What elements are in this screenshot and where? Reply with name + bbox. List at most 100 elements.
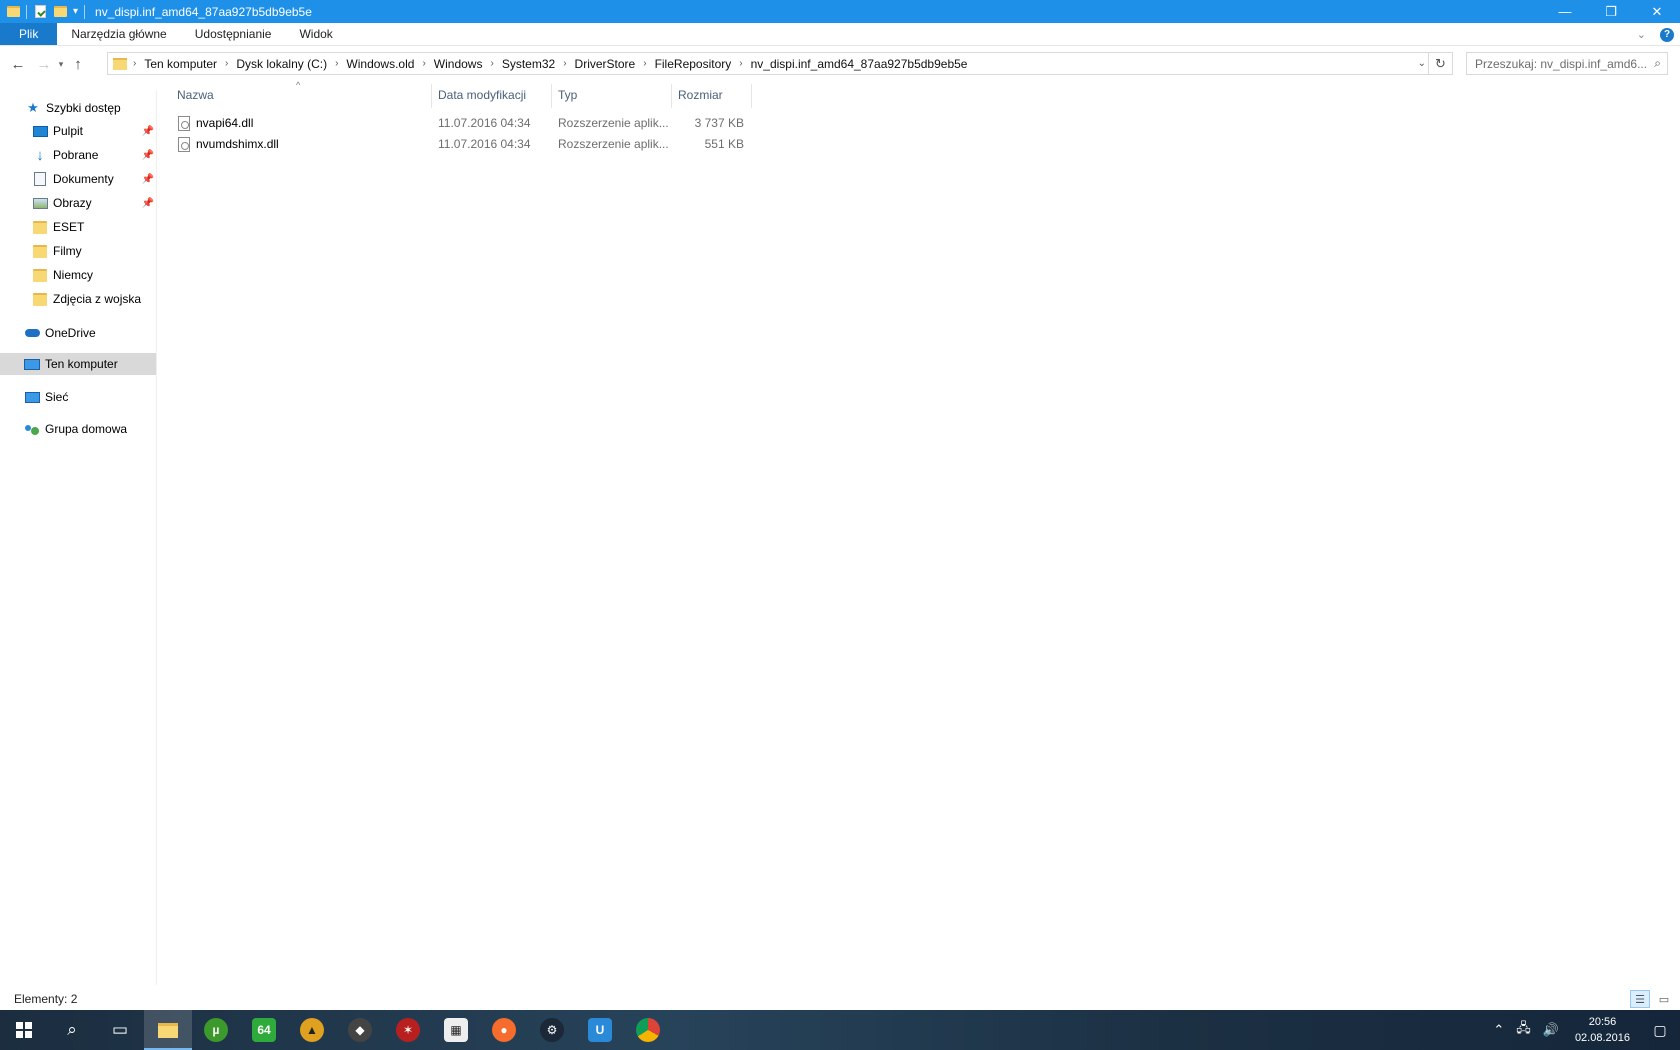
64-app-icon[interactable]: 64 — [240, 1010, 288, 1050]
app-icon[interactable]: ◆ — [336, 1010, 384, 1050]
clock[interactable]: 20:56 02.08.2016 — [1565, 1014, 1640, 1046]
steam-icon[interactable]: ⚙ — [528, 1010, 576, 1050]
column-divider[interactable] — [671, 84, 672, 108]
start-icon[interactable] — [0, 1010, 48, 1050]
nav-item-filmy[interactable]: Filmy — [32, 240, 82, 262]
nav-onedrive[interactable]: OneDrive — [24, 322, 96, 344]
address-bar[interactable]: › Ten komputer › Dysk lokalny (C:) › Win… — [107, 52, 1453, 75]
file-row[interactable]: nvumdshimx.dll 11.07.2016 04:34 Rozszerz… — [173, 134, 773, 154]
chrome-icon[interactable] — [624, 1010, 672, 1050]
chevron-right-icon[interactable]: › — [335, 58, 338, 69]
breadcrumb-item[interactable]: Ten komputer — [144, 57, 217, 71]
breadcrumb-item[interactable]: Windows.old — [346, 57, 414, 71]
breadcrumb-item[interactable]: Dysk lokalny (C:) — [236, 57, 327, 71]
file-explorer-icon[interactable] — [144, 1010, 192, 1050]
tab-view[interactable]: Widok — [285, 23, 346, 45]
ribbon-tabs: Plik Narzędzia główne Udostępnianie Wido… — [0, 23, 1680, 46]
navigation-row: ← → ▾ ↑ › Ten komputer › Dysk lokalny (C… — [0, 50, 1680, 78]
volume-icon[interactable]: 🔊 — [1537, 1022, 1565, 1038]
chevron-up-icon[interactable]: ⌃ — [1487, 1022, 1510, 1038]
origin-icon[interactable]: ● — [480, 1010, 528, 1050]
chevron-right-icon[interactable]: › — [739, 58, 742, 69]
nav-network[interactable]: Sieć — [24, 386, 68, 408]
app-icon[interactable]: ✶ — [384, 1010, 432, 1050]
breadcrumb-item[interactable]: FileRepository — [655, 57, 732, 71]
expand-ribbon-icon[interactable]: ⌄ — [1637, 28, 1646, 41]
column-header-date[interactable]: Data modyfikacji — [438, 80, 543, 110]
column-divider[interactable] — [551, 84, 552, 108]
restore-button[interactable]: ❐ — [1588, 0, 1634, 23]
properties-icon[interactable] — [33, 5, 47, 19]
nav-item-documents[interactable]: Dokumenty 📌 — [32, 168, 154, 190]
tab-share[interactable]: Udostępnianie — [181, 23, 286, 45]
column-divider[interactable] — [431, 84, 432, 108]
pin-icon: 📌 — [141, 125, 154, 137]
chevron-right-icon[interactable]: › — [490, 58, 493, 69]
separator — [84, 4, 86, 19]
tab-file[interactable]: Plik — [0, 23, 58, 45]
breadcrumb-item[interactable]: nv_dispi.inf_amd64_87aa927b5db9eb5e — [751, 57, 968, 71]
chevron-right-icon[interactable]: › — [643, 58, 646, 69]
column-header-name[interactable]: Nazwa — [177, 80, 422, 110]
help-icon[interactable]: ? — [1660, 27, 1674, 42]
calendar-app-icon[interactable]: ▦ — [432, 1010, 480, 1050]
breadcrumb-item[interactable]: DriverStore — [575, 57, 636, 71]
nav-label: Grupa domowa — [45, 422, 128, 436]
file-type: Rozszerzenie aplik... — [558, 137, 669, 151]
nav-this-pc[interactable]: Ten komputer — [0, 353, 156, 375]
file-type: Rozszerzenie aplik... — [558, 116, 669, 130]
column-header-size[interactable]: Rozmiar — [678, 80, 743, 110]
uplay-icon[interactable]: U — [576, 1010, 624, 1050]
refresh-icon[interactable]: ↻ — [1428, 53, 1452, 74]
forward-arrow-icon[interactable]: → — [34, 52, 54, 76]
utorrent-icon[interactable]: µ — [192, 1010, 240, 1050]
nav-label: ESET — [53, 220, 85, 234]
search-icon[interactable]: ⌕ — [1654, 56, 1661, 71]
nav-label: OneDrive — [45, 326, 96, 340]
details-view-icon[interactable]: ☰ — [1630, 990, 1650, 1008]
file-row[interactable]: nvapi64.dll 11.07.2016 04:34 Rozszerzeni… — [173, 113, 773, 133]
column-divider[interactable] — [751, 84, 752, 108]
minimize-button[interactable]: — — [1542, 0, 1588, 23]
nav-item-eset[interactable]: ESET — [32, 216, 84, 238]
nav-label: Ten komputer — [45, 357, 118, 371]
chevron-right-icon[interactable]: › — [133, 58, 136, 69]
breadcrumb-item[interactable]: System32 — [502, 57, 555, 71]
chevron-right-icon[interactable]: › — [225, 58, 228, 69]
up-arrow-icon[interactable]: ↑ — [68, 52, 88, 76]
nav-homegroup[interactable]: Grupa domowa — [24, 418, 127, 440]
column-header-type[interactable]: Typ — [558, 80, 663, 110]
nav-item-niemcy[interactable]: Niemcy — [32, 264, 93, 286]
pin-icon: 📌 — [141, 173, 154, 185]
action-center-icon[interactable]: ▢ — [1640, 1010, 1680, 1050]
address-history-icon[interactable]: ⌄ — [1418, 53, 1426, 74]
file-list: ^ Nazwa Data modyfikacji Typ Rozmiar nva… — [158, 80, 1680, 985]
network-icon[interactable]: 🖧 — [1510, 1019, 1537, 1041]
homegroup-icon — [24, 421, 40, 437]
tab-home[interactable]: Narzędzia główne — [57, 23, 180, 45]
app-icon[interactable]: ▲ — [288, 1010, 336, 1050]
customize-toolbar-icon[interactable]: ▾ — [73, 6, 78, 17]
breadcrumb-item[interactable]: Windows — [434, 57, 483, 71]
close-button[interactable]: ✕ — [1634, 0, 1680, 23]
new-folder-icon[interactable] — [53, 5, 67, 19]
nav-quick-access[interactable]: ★ Szybki dostęp — [25, 97, 121, 119]
search-input[interactable]: Przeszukaj: nv_dispi.inf_amd6... ⌕ — [1466, 52, 1668, 75]
recent-locations-icon[interactable]: ▾ — [54, 52, 68, 76]
back-arrow-icon[interactable]: ← — [8, 52, 28, 76]
file-size: 3 737 KB — [694, 116, 744, 130]
chevron-right-icon[interactable]: › — [563, 58, 566, 69]
nav-item-zdjecia[interactable]: Zdjęcia z wojska — [32, 288, 141, 310]
nav-item-downloads[interactable]: ↓ Pobrane 📌 — [32, 144, 154, 166]
large-icons-view-icon[interactable]: ▭ — [1654, 990, 1674, 1008]
file-name-cell: nvapi64.dll — [178, 113, 253, 133]
search-icon[interactable]: ⌕ — [48, 1010, 96, 1050]
download-icon: ↓ — [36, 146, 44, 164]
chevron-right-icon[interactable]: › — [422, 58, 425, 69]
nav-label: Sieć — [45, 390, 69, 404]
task-view-icon[interactable]: ▭ — [96, 1010, 144, 1050]
nav-item-pictures[interactable]: Obrazy 📌 — [32, 192, 154, 214]
nav-item-desktop[interactable]: Pulpit 📌 — [32, 120, 154, 142]
cloud-icon — [24, 325, 40, 341]
file-date: 11.07.2016 04:34 — [438, 116, 531, 130]
